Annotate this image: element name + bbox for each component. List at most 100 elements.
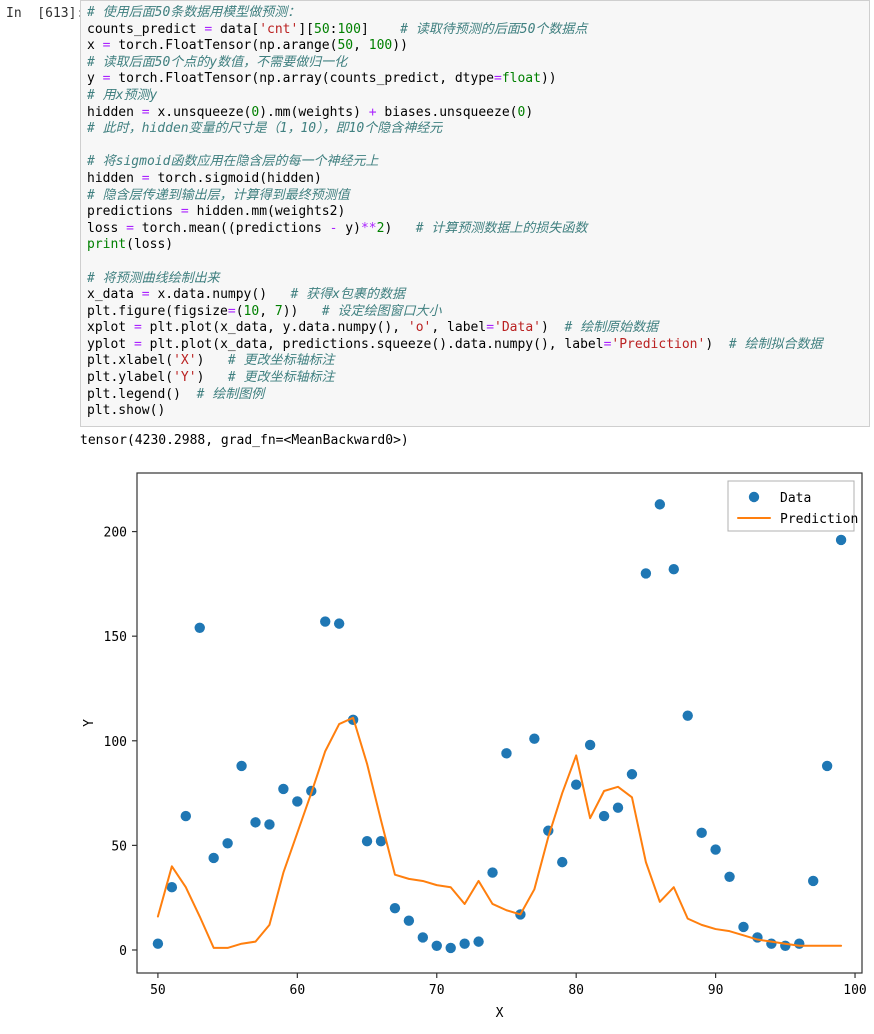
code-token: 'X': [173, 353, 197, 369]
code-token: =: [486, 320, 495, 336]
code-token: plt.show(): [87, 403, 166, 419]
data-point: [794, 938, 805, 949]
data-point: [166, 882, 178, 893]
data-point: [333, 618, 345, 629]
code-token: )): [282, 303, 322, 319]
code-line: yplot = plt.plot(x_data, predictions.squ…: [87, 337, 863, 354]
y-tick-label: 50: [111, 839, 127, 854]
code-token: 'Data': [494, 320, 541, 336]
data-point: [417, 932, 429, 943]
code-token: hidden: [87, 170, 142, 186]
code-line: # 将预测曲线绘制出来: [87, 271, 863, 288]
code-token: torch.mean((predictions: [133, 220, 330, 236]
data-point: [473, 936, 484, 947]
y-tick-label: 150: [104, 630, 127, 645]
code-token: xplot: [87, 320, 134, 336]
data-point: [361, 836, 373, 847]
data-point: [598, 810, 610, 822]
code-token: # 读取待预测的后面50个数据点: [400, 21, 588, 37]
code-line: counts_predict = data['cnt'][50:100] # 读…: [87, 22, 863, 39]
data-point: [529, 733, 540, 744]
code-token: plt.plot(x_data, y.data.numpy(),: [141, 320, 408, 336]
data-point: [250, 817, 261, 828]
code-line: y = torch.FloatTensor(np.array(counts_pr…: [87, 71, 863, 88]
code-token: float: [501, 71, 541, 87]
data-point: [710, 844, 721, 855]
code-token: y): [337, 220, 361, 236]
code-line: # 使用后面50条数据用模型做预测：: [87, 5, 863, 22]
y-tick-label: 0: [119, 944, 127, 959]
code-line: plt.ylabel('Y') # 更改坐标轴标注: [87, 370, 863, 387]
code-token: +: [368, 104, 377, 120]
code-line: loss = torch.mean((predictions - y)**2) …: [87, 221, 863, 238]
code-line: # 将sigmoid函数应用在隐含层的每一个神经元上: [87, 154, 863, 171]
code-token: (loss): [126, 237, 174, 253]
code-token: **: [360, 220, 377, 236]
code-token: data[: [212, 21, 260, 37]
code-token: yplot: [87, 336, 134, 352]
code-token: hidden: [87, 104, 142, 120]
code-token: 7: [274, 303, 283, 319]
output-prompt-spacer: [0, 433, 74, 448]
code-token: # 绘制拟合数据: [728, 336, 823, 352]
data-point: [208, 852, 219, 864]
code-token: x.unsqueeze(: [149, 104, 252, 120]
x-axis-label: X: [496, 1006, 504, 1021]
code-token: plt.ylabel(: [87, 370, 174, 386]
data-point: [501, 748, 512, 759]
code-token: , label: [431, 320, 487, 336]
code-token: ][: [298, 21, 314, 37]
code-line: x = torch.FloatTensor(np.arange(50, 100)…: [87, 38, 863, 55]
code-comment: # 使用后面50条数据用模型做预测：: [87, 5, 301, 20]
code-token: # 获得x包裹的数据: [290, 287, 405, 303]
code-token: ): [196, 370, 228, 386]
code-line: hidden = torch.sigmoid(hidden): [87, 171, 863, 188]
code-token: 'cnt': [259, 21, 299, 37]
code-token: plt.figure(figsize: [87, 303, 228, 319]
code-token: 100: [337, 21, 361, 37]
code-comment: # 读取后面50个点的y数值，不需要做归一化: [87, 54, 348, 70]
data-point: [264, 819, 275, 830]
code-line: # 用x预测y: [87, 88, 863, 105]
code-token: # 更改坐标轴标注: [227, 353, 335, 369]
data-point: [654, 499, 666, 510]
y-axis-label: Y: [82, 719, 97, 727]
code-token: biases.unsqueeze(: [376, 104, 518, 120]
data-point: [292, 796, 303, 807]
data-point: [835, 534, 847, 546]
code-token: 100: [368, 38, 393, 54]
code-token: =: [227, 303, 236, 319]
code-token: =: [141, 287, 150, 303]
data-point: [236, 760, 247, 772]
code-token: # 设定绘图窗口大小: [321, 303, 442, 319]
x-tick-label: 100: [843, 983, 866, 998]
code-line: # 此时，hidden变量的尺寸是（1，10），即10个隐含神经元: [87, 121, 863, 138]
data-point: [389, 902, 401, 914]
data-point: [626, 769, 638, 780]
code-token: # 更改坐标轴标注: [227, 370, 335, 386]
code-token: ,: [353, 38, 369, 54]
code-token: plt.legend(): [87, 386, 197, 402]
code-token: # 绘制原始数据: [564, 320, 659, 336]
data-point: [668, 564, 679, 575]
code-token: y: [87, 71, 103, 87]
chart-canvas: 50 60 70 80 90 100 0 50 100 150 200 X Y Data Predictio…: [82, 472, 867, 1021]
code-editor[interactable]: # 使用后面50条数据用模型做预测： counts_predict = data[…: [80, 0, 870, 427]
data-point: [724, 871, 735, 882]
code-token: hidden.mm(weights2): [188, 204, 346, 220]
legend-label: Prediction: [780, 512, 858, 527]
code-token: =: [494, 71, 502, 87]
code-token: ]: [360, 21, 401, 37]
code-line: # 读取后面50个点的y数值，不需要做归一化: [87, 55, 863, 72]
code-line: # 隐含层传递到输出层，计算得到最终预测值: [87, 188, 863, 205]
data-point: [584, 739, 596, 751]
cell-prompt-label: In [613]:: [6, 6, 85, 21]
code-line: plt.xlabel('X') # 更改坐标轴标注: [87, 353, 863, 370]
code-token: torch.FloatTensor(np.arange(: [110, 38, 338, 54]
code-token: ): [540, 320, 565, 336]
code-comment: # 此时，hidden变量的尺寸是（1，10），即10个隐含神经元: [87, 121, 443, 137]
code-comment: # 将预测曲线绘制出来: [87, 270, 220, 286]
code-token: x_data: [87, 287, 142, 303]
data-point: [557, 856, 568, 868]
